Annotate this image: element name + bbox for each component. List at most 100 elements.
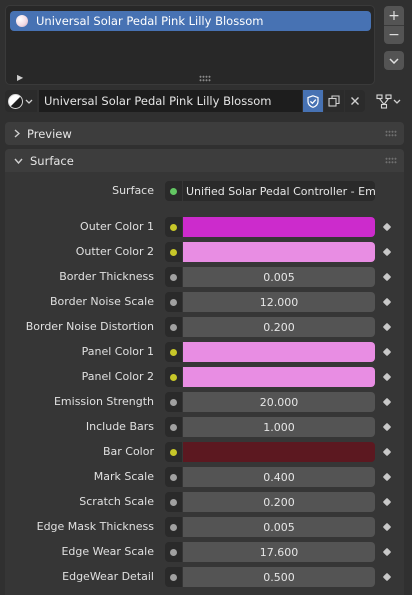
surface-shader-field[interactable]: Unified Solar Pedal Controller - Em... — [183, 181, 375, 201]
add-slot-button[interactable]: + — [384, 6, 404, 25]
color-socket-icon — [170, 373, 177, 381]
material-name-field[interactable]: Universal Solar Pedal Pink Lilly Blossom — [39, 90, 302, 112]
socket-button[interactable] — [165, 392, 182, 412]
input-row-edgewear-detail: EdgeWear Detail 0.500 — [0, 567, 412, 587]
value-socket-icon — [170, 298, 177, 306]
value-socket-icon — [170, 498, 177, 506]
material-id-row: Universal Solar Pedal Pink Lilly Blossom — [5, 90, 407, 112]
socket-button[interactable] — [165, 517, 182, 537]
keyframe-decorator-icon[interactable] — [382, 322, 392, 332]
list-resize-grip[interactable] — [199, 75, 211, 82]
number-field[interactable]: 0.200 — [183, 492, 375, 512]
fake-user-button[interactable] — [303, 90, 323, 112]
input-label: Emission Strength — [53, 395, 154, 408]
number-field[interactable]: 0.500 — [183, 567, 375, 587]
duplicate-icon — [328, 95, 340, 107]
socket-button[interactable] — [165, 242, 182, 262]
close-icon — [351, 97, 359, 105]
number-field[interactable]: 1.000 — [183, 417, 375, 437]
socket-button[interactable] — [165, 542, 182, 562]
color-swatch[interactable] — [183, 367, 375, 387]
number-field[interactable]: 17.600 — [183, 542, 375, 562]
number-field[interactable]: 0.400 — [183, 467, 375, 487]
keyframe-decorator-icon[interactable] — [382, 272, 392, 282]
preview-panel-header[interactable]: Preview — [5, 122, 404, 145]
keyframe-decorator-icon[interactable] — [382, 572, 392, 582]
input-label: Mark Scale — [93, 470, 154, 483]
number-field[interactable]: 0.200 — [183, 317, 375, 337]
browse-material-button[interactable] — [5, 90, 37, 112]
material-sphere-icon — [16, 15, 28, 27]
socket-button[interactable] — [165, 417, 182, 437]
input-row-emission-strength: Emission Strength 20.000 — [0, 392, 412, 412]
input-row-mark-scale: Mark Scale 0.400 — [0, 467, 412, 487]
color-swatch[interactable] — [183, 342, 375, 362]
input-label: Panel Color 2 — [81, 370, 154, 383]
slot-specials-menu-button[interactable] — [384, 51, 404, 70]
chevron-down-icon — [14, 158, 23, 164]
input-label: EdgeWear Detail — [62, 570, 154, 583]
node-tree-menu-button[interactable] — [372, 90, 404, 112]
keyframe-decorator-icon[interactable] — [382, 497, 392, 507]
input-label: Bar Color — [102, 445, 154, 458]
socket-button[interactable] — [165, 292, 182, 312]
expand-triangle-icon[interactable]: ▶ — [17, 73, 23, 82]
socket-button[interactable] — [165, 342, 182, 362]
input-label: Outter Color 2 — [75, 245, 154, 258]
color-swatch[interactable] — [183, 442, 375, 462]
socket-button[interactable] — [165, 217, 182, 237]
input-label: Include Bars — [85, 420, 154, 433]
keyframe-decorator-icon[interactable] — [382, 447, 392, 457]
number-field[interactable]: 12.000 — [183, 292, 375, 312]
input-label: Border Noise Scale — [50, 295, 154, 308]
socket-button[interactable] — [165, 367, 182, 387]
keyframe-decorator-icon[interactable] — [382, 522, 392, 532]
chevron-right-icon — [14, 129, 20, 138]
keyframe-decorator-icon[interactable] — [382, 347, 392, 357]
material-slot-item[interactable]: Universal Solar Pedal Pink Lilly Blossom — [10, 11, 371, 31]
keyframe-decorator-icon[interactable] — [382, 472, 392, 482]
surface-panel-header[interactable]: Surface — [5, 149, 404, 172]
unlink-material-button[interactable] — [345, 90, 365, 112]
keyframe-decorator-icon[interactable] — [382, 222, 392, 232]
color-socket-icon — [170, 248, 177, 256]
input-row-edge-mask-thickness: Edge Mask Thickness 0.005 — [0, 517, 412, 537]
value-socket-icon — [170, 273, 177, 281]
socket-button[interactable] — [165, 467, 182, 487]
socket-button[interactable] — [165, 317, 182, 337]
material-icon — [8, 93, 23, 109]
socket-button[interactable] — [165, 492, 182, 512]
keyframe-decorator-icon[interactable] — [382, 422, 392, 432]
value-socket-icon — [170, 473, 177, 481]
number-field[interactable]: 0.005 — [183, 517, 375, 537]
keyframe-decorator-icon[interactable] — [382, 247, 392, 257]
remove-slot-button[interactable]: − — [384, 25, 404, 44]
input-row-panel-color-2: Panel Color 2 — [0, 367, 412, 387]
node-tree-icon — [375, 93, 392, 109]
panel-drag-grip[interactable] — [385, 157, 397, 164]
socket-button[interactable] — [165, 267, 182, 287]
number-field[interactable]: 20.000 — [183, 392, 375, 412]
keyframe-decorator-icon[interactable] — [382, 547, 392, 557]
value-socket-icon — [170, 323, 177, 331]
surface-socket-button[interactable] — [165, 181, 182, 201]
number-field[interactable]: 0.005 — [183, 267, 375, 287]
input-label: Edge Mask Thickness — [36, 520, 154, 533]
color-swatch[interactable] — [183, 242, 375, 262]
keyframe-decorator-icon[interactable] — [382, 397, 392, 407]
material-slot-list[interactable]: Universal Solar Pedal Pink Lilly Blossom… — [5, 5, 375, 85]
socket-button[interactable] — [165, 567, 182, 587]
color-swatch[interactable] — [183, 217, 375, 237]
color-socket-icon — [170, 223, 177, 231]
keyframe-decorator-icon[interactable] — [382, 372, 392, 382]
input-row-border-thickness: Border Thickness 0.005 — [0, 267, 412, 287]
keyframe-decorator-icon[interactable] — [382, 297, 392, 307]
input-label: Border Noise Distortion — [25, 320, 154, 333]
panel-drag-grip[interactable] — [385, 130, 397, 137]
input-row-include-bars: Include Bars 1.000 — [0, 417, 412, 437]
socket-button[interactable] — [165, 442, 182, 462]
color-socket-icon — [170, 448, 177, 456]
input-label: Scratch Scale — [79, 495, 154, 508]
input-row-bar-color: Bar Color — [0, 442, 412, 462]
duplicate-material-button[interactable] — [324, 90, 344, 112]
